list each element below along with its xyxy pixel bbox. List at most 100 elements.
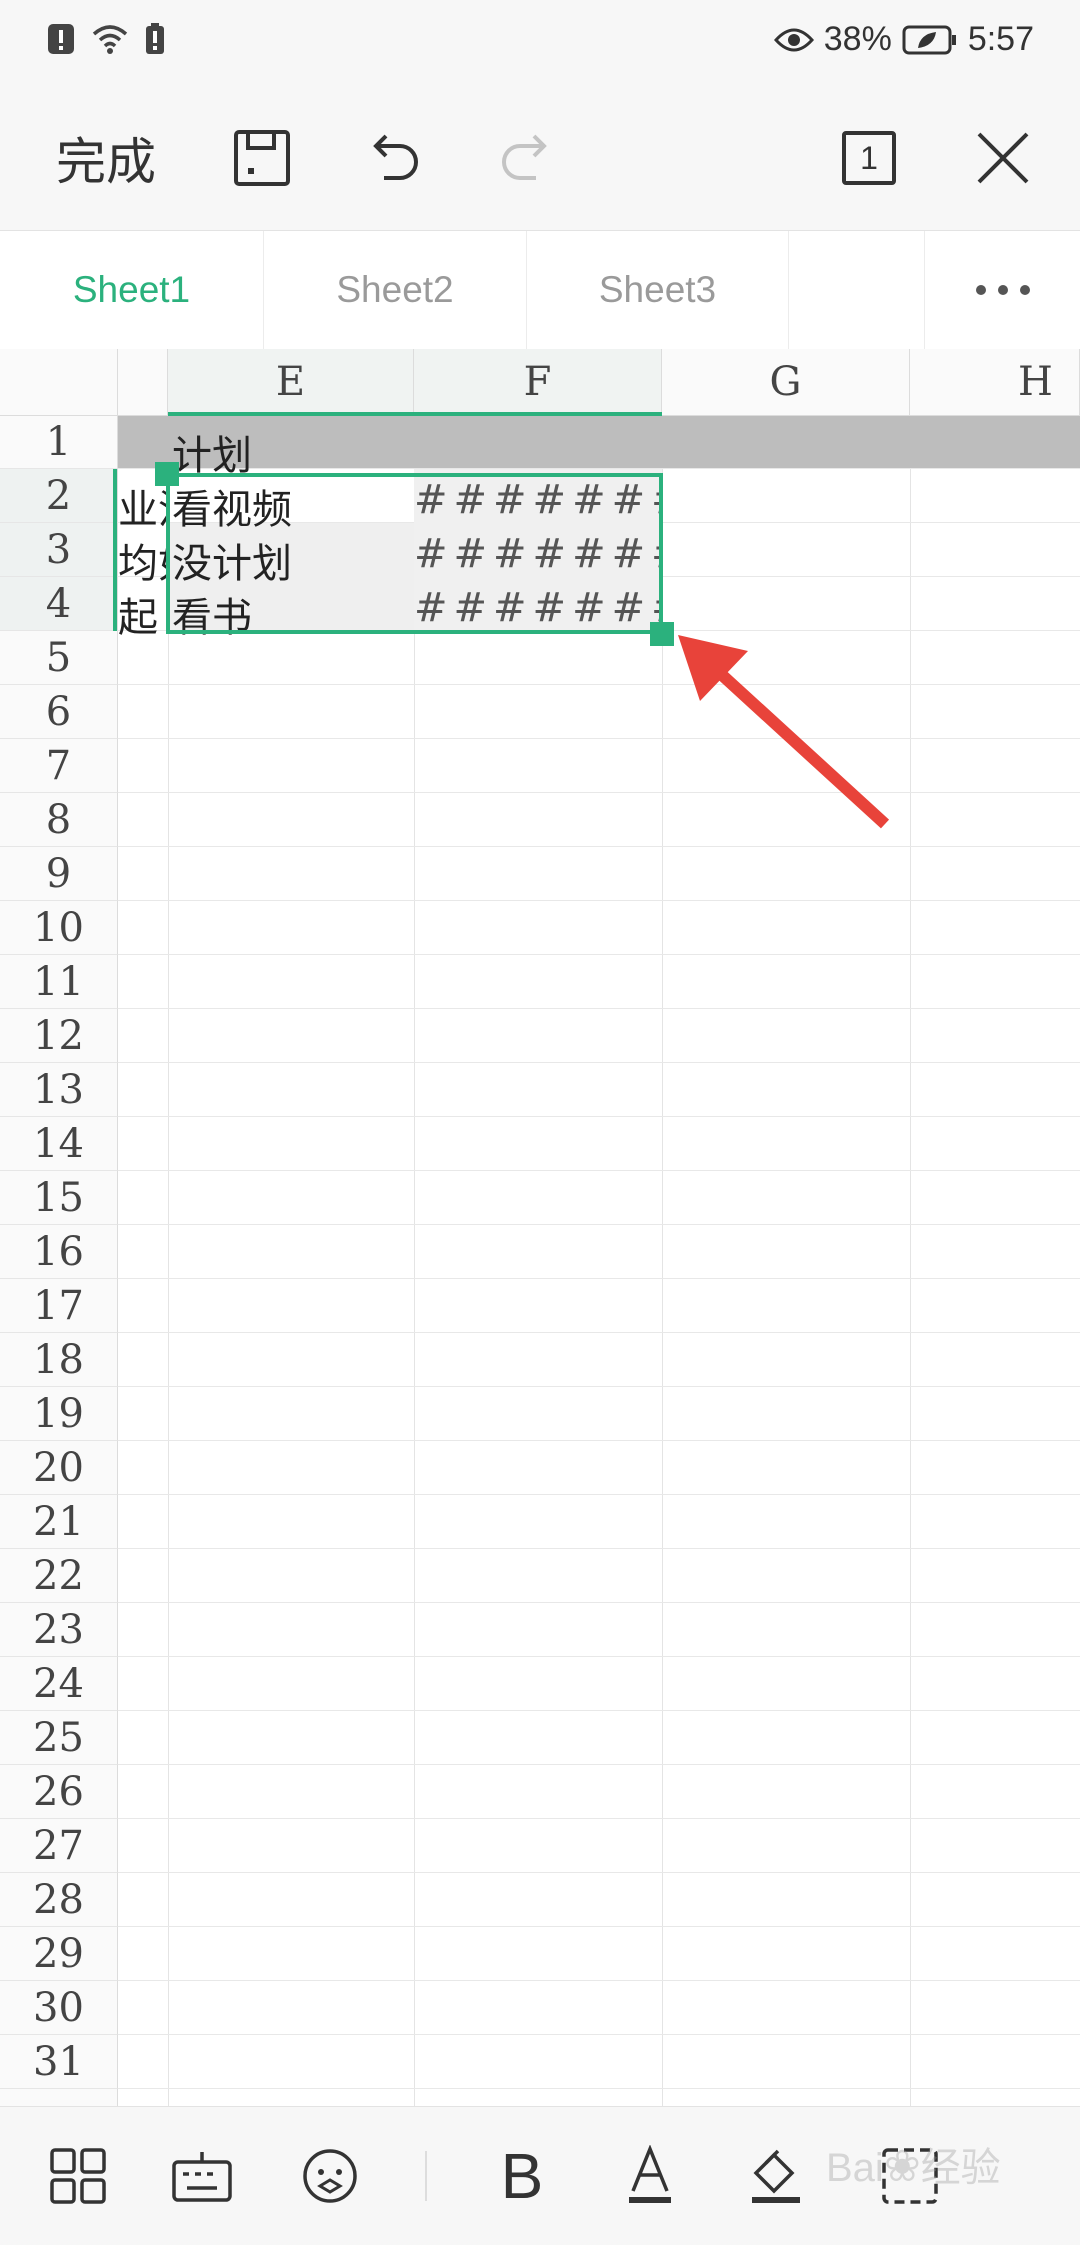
grid-line bbox=[168, 416, 169, 2106]
tab-sheet1[interactable]: Sheet1 bbox=[0, 231, 264, 349]
row-header[interactable]: 12 bbox=[0, 1009, 118, 1063]
col-header-e[interactable]: E bbox=[168, 349, 414, 416]
grid-line bbox=[414, 416, 415, 2106]
tab-sheet3[interactable]: Sheet3 bbox=[527, 231, 789, 349]
tab-sheet2[interactable]: Sheet2 bbox=[264, 231, 527, 349]
status-icons-right: 38% 5:57 bbox=[773, 20, 1034, 59]
cell-d4[interactable]: 起 bbox=[118, 585, 168, 643]
row-header[interactable]: 4 bbox=[0, 577, 118, 631]
more-icon bbox=[976, 285, 1030, 295]
battery-alert-icon bbox=[146, 23, 164, 54]
bold-button[interactable]: B bbox=[472, 2107, 572, 2245]
grid-line bbox=[118, 1926, 1080, 1927]
grid-line bbox=[118, 1224, 1080, 1225]
row-header[interactable]: 23 bbox=[0, 1603, 118, 1657]
col-header-g[interactable]: G bbox=[662, 349, 910, 416]
status-icons-left bbox=[46, 22, 166, 56]
grid-corner[interactable] bbox=[0, 349, 118, 416]
row-header[interactable]: 19 bbox=[0, 1387, 118, 1441]
clock: 5:57 bbox=[967, 20, 1034, 58]
grid-line bbox=[118, 1116, 1080, 1117]
grid-line bbox=[118, 1872, 1080, 1873]
grid-line bbox=[118, 1008, 1080, 1009]
grid-line bbox=[118, 1818, 1080, 1819]
grid-line bbox=[118, 1062, 1080, 1063]
row-header[interactable]: 20 bbox=[0, 1441, 118, 1495]
row-header[interactable]: 27 bbox=[0, 1819, 118, 1873]
page-count-button[interactable]: 1 bbox=[826, 86, 912, 230]
row-header[interactable]: 24 bbox=[0, 1657, 118, 1711]
row-header[interactable]: 18 bbox=[0, 1333, 118, 1387]
row-header[interactable]: 7 bbox=[0, 739, 118, 793]
col-header-d[interactable] bbox=[118, 349, 168, 416]
more-tabs-button[interactable] bbox=[924, 231, 1080, 349]
row-header[interactable]: 31 bbox=[0, 2035, 118, 2089]
sheet-tabs: Sheet1 Sheet2 Sheet3 bbox=[0, 231, 1080, 350]
save-button[interactable] bbox=[222, 86, 302, 230]
col-header-h[interactable]: H bbox=[910, 349, 1080, 416]
row-selection-indicator bbox=[113, 469, 117, 631]
apps-button[interactable] bbox=[28, 2107, 128, 2245]
editor-toolbar: 完成 1 bbox=[0, 86, 1080, 231]
selection-handle-top-left[interactable] bbox=[155, 462, 179, 486]
grid-line bbox=[662, 416, 663, 2106]
grid-line bbox=[118, 738, 1080, 739]
grid-line bbox=[118, 1710, 1080, 1711]
undo-button[interactable] bbox=[354, 86, 434, 230]
done-button[interactable]: 完成 bbox=[36, 86, 176, 230]
redo-button[interactable] bbox=[486, 86, 566, 230]
sticker-button[interactable] bbox=[280, 2107, 380, 2245]
row-header[interactable]: 5 bbox=[0, 631, 118, 685]
watermark-logo: Bai❀经验 bbox=[826, 2142, 1001, 2191]
row-header[interactable]: 3 bbox=[0, 523, 118, 577]
row-header[interactable]: 1 bbox=[0, 416, 118, 469]
row-header[interactable]: 26 bbox=[0, 1765, 118, 1819]
wifi-icon bbox=[92, 25, 128, 54]
grid-line bbox=[118, 1602, 1080, 1603]
row-header[interactable]: 11 bbox=[0, 955, 118, 1009]
save-icon bbox=[234, 130, 290, 186]
grid-line bbox=[118, 1170, 1080, 1171]
grid-line bbox=[118, 792, 1080, 793]
eye-icon bbox=[773, 28, 814, 51]
row-header[interactable]: 22 bbox=[0, 1549, 118, 1603]
row-header[interactable] bbox=[0, 2089, 118, 2106]
close-icon bbox=[977, 132, 1029, 184]
row-header[interactable]: 9 bbox=[0, 847, 118, 901]
cell-d3[interactable]: 均如 bbox=[118, 531, 168, 589]
keyboard-icon bbox=[172, 2152, 232, 2202]
close-button[interactable] bbox=[958, 86, 1048, 230]
spreadsheet-grid[interactable]: E F G H 1 2 3 4 5 6 7 8 9 10 11 12 13 14 15 16 17 18 19 20 2… bbox=[0, 349, 1080, 2106]
toolbar-divider bbox=[425, 2151, 427, 2201]
row-header[interactable]: 25 bbox=[0, 1711, 118, 1765]
row-header[interactable]: 30 bbox=[0, 1981, 118, 2035]
page-count-label: 1 bbox=[860, 139, 878, 176]
row-header[interactable]: 6 bbox=[0, 685, 118, 739]
row-header[interactable]: 17 bbox=[0, 1279, 118, 1333]
grid-line bbox=[118, 954, 1080, 955]
grid-line bbox=[118, 2034, 1080, 2035]
battery-icon bbox=[902, 25, 956, 54]
fill-color-button[interactable] bbox=[726, 2107, 826, 2245]
row-header[interactable]: 29 bbox=[0, 1927, 118, 1981]
notification-icon bbox=[48, 24, 74, 54]
battery-percent: 38% bbox=[823, 20, 892, 58]
row-header[interactable]: 15 bbox=[0, 1171, 118, 1225]
row-header[interactable]: 14 bbox=[0, 1117, 118, 1171]
row-header[interactable]: 28 bbox=[0, 1873, 118, 1927]
grid-line bbox=[118, 1656, 1080, 1657]
col-header-f[interactable]: F bbox=[414, 349, 662, 416]
row-header[interactable]: 21 bbox=[0, 1495, 118, 1549]
font-color-button[interactable] bbox=[600, 2107, 700, 2245]
keyboard-button[interactable] bbox=[152, 2107, 252, 2245]
undo-icon bbox=[373, 134, 418, 180]
grid-line bbox=[118, 684, 1080, 685]
row-header[interactable]: 2 bbox=[0, 469, 118, 523]
grid-line bbox=[910, 416, 911, 2106]
row-header[interactable]: 10 bbox=[0, 901, 118, 955]
row-header[interactable]: 13 bbox=[0, 1063, 118, 1117]
grid-line bbox=[118, 900, 1080, 901]
row-header[interactable]: 16 bbox=[0, 1225, 118, 1279]
row-header[interactable]: 8 bbox=[0, 793, 118, 847]
selection-range[interactable] bbox=[166, 473, 663, 634]
